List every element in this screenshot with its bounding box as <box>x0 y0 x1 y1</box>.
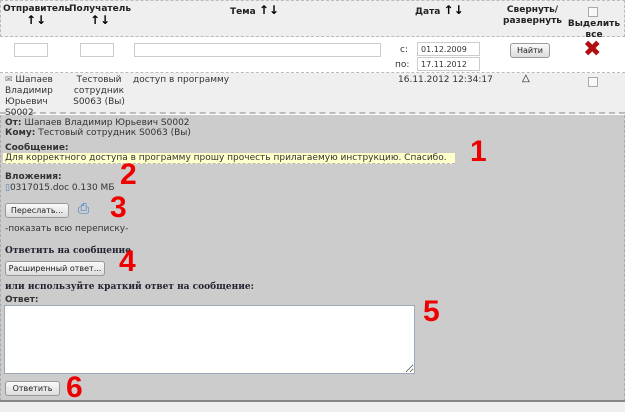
find-button[interactable]: Найти <box>510 43 550 58</box>
message-checkbox[interactable] <box>588 77 598 87</box>
collapse-icon[interactable]: △ <box>522 73 530 84</box>
select-all-checkbox[interactable] <box>588 7 598 17</box>
date-from-input[interactable] <box>417 42 480 56</box>
date-to-label: по: <box>395 60 410 70</box>
sort-arrows-icon[interactable]: ↑↓ <box>444 3 464 17</box>
short-reply-heading: или используйте краткий ответ на сообщен… <box>5 282 254 292</box>
attachment-text[interactable]: 0317015.doc 0.130 МБ <box>10 183 115 193</box>
column-subject[interactable]: Тема ↑↓ <box>230 3 279 18</box>
date-to-input[interactable] <box>417 57 480 71</box>
annotation-6: 6 <box>66 371 83 404</box>
sender-text: Шапаев Владимир Юрьевич S0002 <box>5 75 53 118</box>
date-from-label: с: <box>400 45 408 55</box>
detail-to: Кому: Тестовый сотрудник S0063 (Вы) <box>5 128 191 138</box>
annotation-1: 1 <box>470 135 487 168</box>
sort-arrows-icon[interactable]: ↑↓ <box>26 13 46 27</box>
annotation-5: 5 <box>423 295 440 328</box>
column-collapse: Свернуть/ развернуть <box>503 5 562 26</box>
message-sender: ✉ Шапаев Владимир Юрьевич S0002 <box>5 75 67 119</box>
answer-textarea[interactable] <box>4 305 415 374</box>
reply-button[interactable]: Ответить <box>5 381 60 396</box>
attachment-link[interactable]: ▯0317015.doc 0.130 МБ <box>5 183 115 193</box>
message-text: Для корректного доступа в программу прош… <box>3 153 455 164</box>
print-icon[interactable]: ⎙ <box>78 201 89 217</box>
envelope-icon: ✉ <box>5 75 13 85</box>
annotation-4: 4 <box>119 245 136 278</box>
annotation-2: 2 <box>120 158 137 191</box>
column-recipient[interactable]: Получатель ↑↓ <box>69 4 131 28</box>
from-value: Шапаев Владимир Юрьевич S0002 <box>24 118 190 128</box>
reply-heading: Ответить на сообщение <box>5 246 131 256</box>
to-label: Кому: <box>5 128 36 138</box>
extended-reply-button[interactable]: Расширенный ответ... <box>5 261 105 276</box>
column-sender[interactable]: Отправитель ↑↓ <box>3 4 70 28</box>
next-row <box>0 402 625 412</box>
sender-filter-input[interactable] <box>14 43 48 57</box>
answer-label: Ответ: <box>5 295 39 305</box>
from-label: От: <box>5 118 22 128</box>
message-date: 16.11.2012 12:34:17 <box>398 75 493 85</box>
sort-arrows-icon[interactable]: ↑↓ <box>259 3 279 17</box>
message-subject[interactable]: доступ в программу <box>133 75 229 85</box>
attachments-label: Вложения: <box>5 172 62 182</box>
detail-from: От: Шапаев Владимир Юрьевич S0002 <box>5 118 190 128</box>
message-label: Сообщение: <box>5 143 69 153</box>
column-date[interactable]: Дата ↑↓ <box>415 3 464 18</box>
date-header-label: Дата <box>415 7 441 17</box>
subject-filter-input[interactable] <box>134 43 381 57</box>
show-all-link[interactable]: -показать всю переписку- <box>5 224 128 234</box>
forward-button[interactable]: Переслать... <box>5 203 69 218</box>
to-value: Тестовый сотрудник S0063 (Вы) <box>38 128 191 138</box>
annotation-3: 3 <box>110 191 127 224</box>
recipient-filter-input[interactable] <box>80 43 114 57</box>
delete-icon[interactable]: ✖ <box>583 38 601 62</box>
message-recipient: Тестовый сотрудник S0063 (Вы) <box>73 75 125 107</box>
subject-header-label: Тема <box>230 7 256 17</box>
sort-arrows-icon[interactable]: ↑↓ <box>90 13 110 27</box>
